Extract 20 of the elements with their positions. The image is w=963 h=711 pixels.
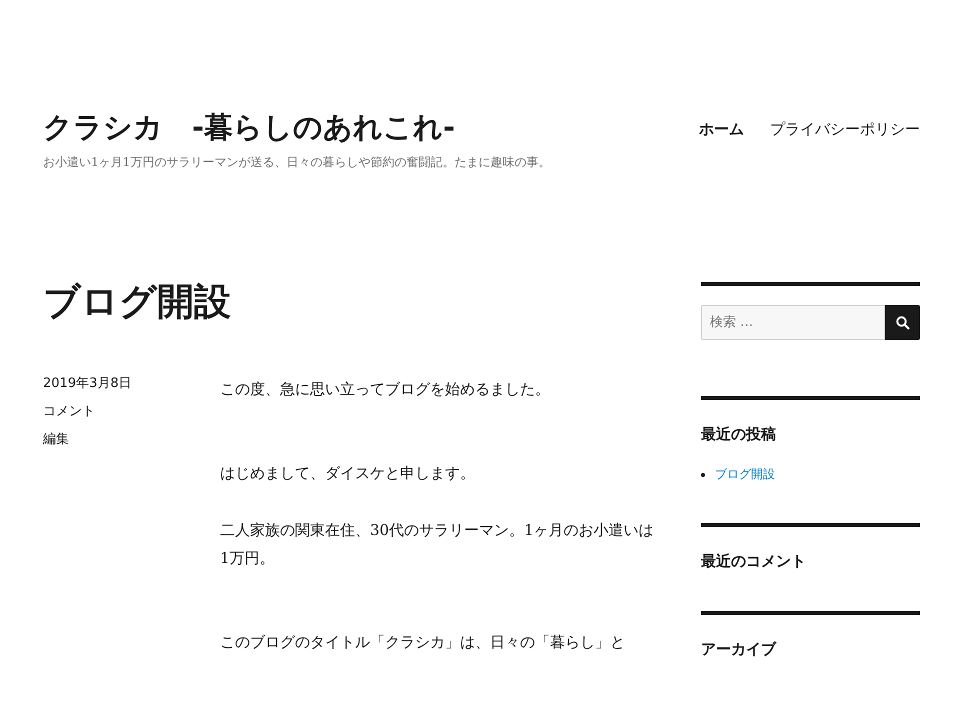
- bullet-icon: [701, 472, 705, 476]
- search-icon: [896, 316, 910, 330]
- meta-link[interactable]: 編集: [43, 431, 69, 449]
- post-paragraph: 二人家族の関東在住、30代のサラリーマン。1ヶ月のお小遣いは1万円。: [220, 520, 655, 569]
- search-field[interactable]: 検索 …: [701, 305, 885, 340]
- meta-link[interactable]: コメント: [43, 403, 95, 421]
- site-tagline: お小遣い1ヶ月1万円のサラリーマンが送る、日々の暮らしや節約の奮闘記。たまに趣味の事。: [43, 154, 550, 171]
- post-paragraph: このブログのタイトル「クラシカ」は、日々の「暮らし」と: [220, 632, 626, 653]
- post-date[interactable]: 2019年3月8日: [43, 375, 132, 393]
- recent-post-link[interactable]: ブログ開設: [715, 466, 775, 483]
- post-paragraph: この度、急に思い立ってブログを始めるました。: [220, 379, 551, 400]
- post-paragraph: はじめまして、ダイスケと申します。: [220, 463, 476, 484]
- widget-title: アーカイブ: [701, 639, 778, 659]
- widget-title: 最近の投稿: [701, 424, 777, 444]
- post-title: ブログ開設: [43, 282, 232, 322]
- nav-link[interactable]: プライバシーポリシー: [770, 120, 920, 139]
- site-title[interactable]: クラシカ -暮らしのあれこれ-: [43, 108, 550, 148]
- search-button[interactable]: [885, 305, 920, 340]
- nav-link[interactable]: ホーム: [699, 120, 744, 139]
- widget-title: 最近のコメント: [701, 551, 807, 571]
